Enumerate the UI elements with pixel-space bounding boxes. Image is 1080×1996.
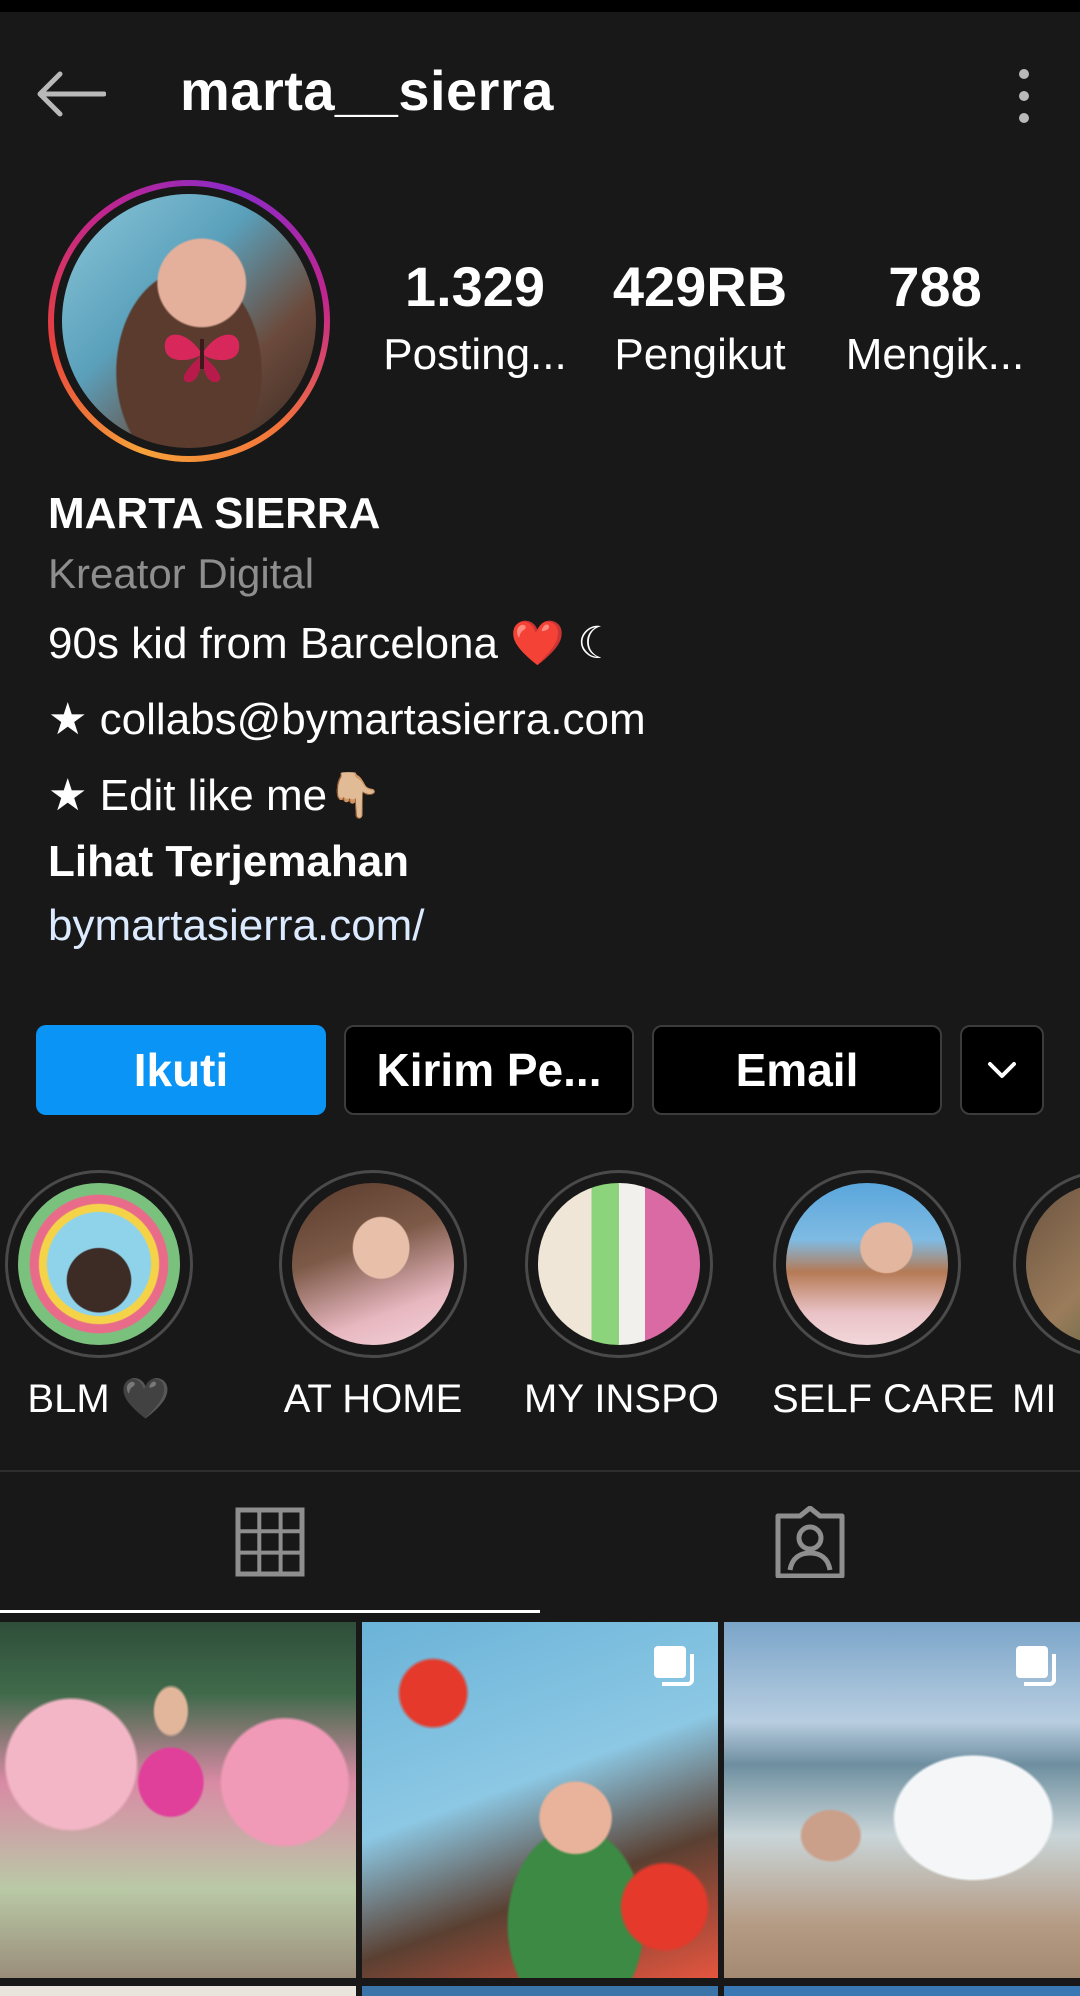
highlight-label: AT HOME (283, 1377, 463, 1421)
posts-grid (0, 1622, 1080, 1996)
post-image (0, 1622, 356, 1978)
carousel-icon (654, 1646, 694, 1686)
tagged-person-icon (775, 1506, 845, 1578)
top-bar: marta__sierra (0, 12, 1080, 160)
highlight-item[interactable]: MY INSPO (524, 1170, 719, 1424)
highlight-label: SELF CARE (772, 1377, 995, 1421)
highlight-cover (786, 1183, 948, 1345)
profile-tabs (0, 1472, 1080, 1612)
butterfly-icon (164, 334, 240, 383)
back-button[interactable] (28, 52, 112, 136)
more-dot-icon (1019, 91, 1029, 101)
chevron-down-icon (988, 1062, 1016, 1078)
bio-line: ★ Edit like me👇🏼 (48, 771, 382, 820)
stat-followers-label: Pengikut (614, 330, 786, 379)
follow-button[interactable]: Ikuti (36, 1025, 326, 1115)
profile-stats: 1.329 Posting... 429RB Pengikut 788 Meng… (370, 255, 1050, 405)
carousel-icon (1016, 1646, 1056, 1686)
suggested-accounts-button[interactable] (960, 1025, 1044, 1115)
profile-actions: Ikuti Kirim Pe... Email (36, 1025, 1044, 1115)
stat-followers-value: 429RB (612, 255, 788, 318)
tab-posts-grid[interactable] (0, 1472, 540, 1612)
back-arrow-icon (37, 71, 106, 117)
post-thumbnail[interactable] (724, 1986, 1080, 1996)
highlight-item[interactable]: AT HOME (278, 1170, 468, 1424)
active-tab-indicator (0, 1610, 540, 1613)
highlight-cover (1026, 1183, 1080, 1345)
story-highlights: BLM 🖤 AT HOME MY INSPO SELF CARE MI (0, 1170, 1080, 1430)
highlight-item[interactable]: MI (1012, 1170, 1080, 1424)
profile-avatar (62, 194, 316, 448)
post-thumbnail[interactable] (724, 1622, 1080, 1978)
status-bar (0, 0, 1080, 12)
post-thumbnail[interactable] (362, 1622, 718, 1978)
highlight-item[interactable]: BLM 🖤 (4, 1170, 194, 1424)
stat-posts[interactable]: 1.329 Posting... (370, 255, 580, 385)
post-thumbnail[interactable] (0, 1986, 356, 1996)
bio-line: 90s kid from Barcelona ❤️ ☾ (48, 619, 617, 668)
more-options-button[interactable] (994, 56, 1054, 136)
email-button[interactable]: Email (652, 1025, 942, 1115)
highlight-cover (538, 1183, 700, 1345)
highlight-label: BLM 🖤 (27, 1377, 171, 1421)
more-dot-icon (1019, 113, 1029, 123)
stat-posts-value: 1.329 (404, 255, 546, 318)
highlight-item[interactable]: SELF CARE (772, 1170, 995, 1424)
stat-following-label: Mengik... (845, 330, 1025, 379)
stat-following[interactable]: 788 Mengik... (830, 255, 1040, 385)
highlight-label: MY INSPO (524, 1377, 719, 1421)
highlight-cover (292, 1183, 454, 1345)
display-name: MARTA SIERRA (48, 489, 381, 538)
post-thumbnail[interactable] (0, 1622, 356, 1978)
grid-icon (235, 1507, 305, 1577)
highlight-label: MI (1012, 1377, 1057, 1421)
profile-username: marta__sierra (180, 59, 554, 122)
stat-followers[interactable]: 429RB Pengikut (595, 255, 805, 385)
tab-tagged[interactable] (540, 1472, 1080, 1612)
stat-posts-label: Posting... (383, 330, 567, 379)
highlight-cover (18, 1183, 180, 1345)
stat-following-value: 788 (888, 255, 982, 318)
post-thumbnail[interactable] (362, 1986, 718, 1996)
more-dot-icon (1019, 69, 1029, 79)
profile-bio: MARTA SIERRA Kreator Digital 90s kid fro… (48, 486, 1048, 962)
website-link[interactable]: bymartasierra.com/ (48, 890, 1048, 962)
see-translation-link[interactable]: Lihat Terjemahan (48, 834, 1048, 890)
message-button[interactable]: Kirim Pe... (344, 1025, 634, 1115)
story-ring[interactable] (48, 180, 330, 462)
category-label: Kreator Digital (48, 550, 315, 597)
bio-email-line: ★ collabs@bymartasierra.com (48, 695, 646, 744)
